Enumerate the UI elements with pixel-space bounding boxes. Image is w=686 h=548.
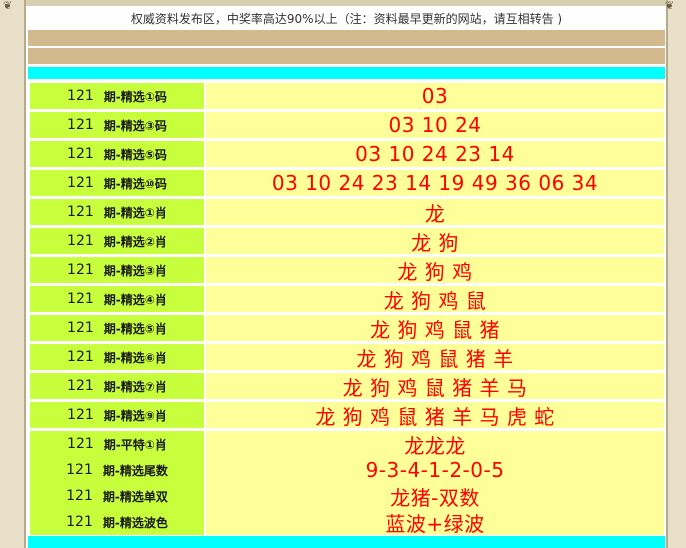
row-value: 03 bbox=[206, 83, 664, 109]
row-value: 龙龙龙 bbox=[206, 431, 664, 458]
row-label: 121 期-精选⑨肖 bbox=[30, 402, 204, 428]
header-band bbox=[28, 48, 665, 64]
table-row: 121 期-精选③码 03 10 24 bbox=[30, 112, 664, 138]
row-label: 121 期-精选④肖 bbox=[30, 286, 204, 312]
frame-top-border bbox=[0, 0, 686, 6]
row-value: 龙 狗 鸡 鼠 猪 羊 马 虎 蛇 bbox=[206, 402, 664, 429]
table-row: 121 期-精选⑨肖 龙 狗 鸡 鼠 猪 羊 马 虎 蛇 bbox=[30, 402, 664, 429]
row-value: 03 10 24 23 14 19 49 36 06 34 bbox=[206, 170, 664, 196]
table-row: 121 期-精选①码 03 bbox=[30, 83, 664, 109]
row-label: 121 期-精选⑥肖 bbox=[30, 344, 204, 370]
table-row: 121 期-精选⑤肖 龙 狗 鸡 鼠 猪 bbox=[30, 315, 664, 342]
row-value: 龙猪-双数 bbox=[206, 483, 664, 510]
frame-left-border bbox=[0, 0, 26, 548]
row-label: 121 期-平特①肖 bbox=[30, 431, 204, 457]
row-value: 龙 狗 鸡 鼠 猪 bbox=[206, 315, 664, 342]
notice-text: 权威资料发布区，中奖率高达90%以上（注：资料最早更新的网站，请互相转告 ) bbox=[130, 12, 563, 26]
table-row: 121 期-精选波色 蓝波+绿波 bbox=[30, 509, 664, 536]
table-row: 121 期-精选①肖 龙 bbox=[30, 199, 664, 226]
row-value: 03 10 24 bbox=[206, 112, 664, 138]
table-row: 121 期-精选⑩码 03 10 24 23 14 19 49 36 06 34 bbox=[30, 170, 664, 196]
table-row: 121 期-精选单双 龙猪-双数 bbox=[30, 483, 664, 510]
frame-right-border bbox=[666, 0, 686, 548]
table-row: 121 期-平特①肖 龙龙龙 bbox=[30, 431, 664, 458]
row-label: 121 期-精选单双 bbox=[30, 483, 204, 509]
row-label: 121 期-精选①肖 bbox=[30, 199, 204, 225]
table-row: 121 期-精选④肖 龙 狗 鸡 鼠 bbox=[30, 286, 664, 313]
row-label: 121 期-精选⑩码 bbox=[30, 170, 204, 196]
table-row: 121 期-精选⑦肖 龙 狗 鸡 鼠 猪 羊 马 bbox=[30, 373, 664, 400]
row-label: 121 期-精选①码 bbox=[30, 83, 204, 109]
header-band bbox=[28, 30, 665, 46]
row-label: 121 期-精选②肖 bbox=[30, 228, 204, 254]
corner-ornament-icon: ❦ bbox=[3, 0, 13, 12]
cyan-divider bbox=[28, 536, 665, 548]
row-value: 龙 狗 鸡 鼠 bbox=[206, 286, 664, 313]
table-row: 121 期-精选③肖 龙 狗 鸡 bbox=[30, 257, 664, 284]
row-value: 龙 狗 bbox=[206, 228, 664, 255]
table-row: 121 期-精选⑤码 03 10 24 23 14 bbox=[30, 141, 664, 167]
row-value: 龙 狗 鸡 鼠 猪 羊 马 bbox=[206, 373, 664, 400]
row-label: 121 期-精选③肖 bbox=[30, 257, 204, 283]
row-value: 龙 狗 鸡 鼠 猪 羊 bbox=[206, 344, 664, 371]
row-value: 龙 狗 鸡 bbox=[206, 257, 664, 284]
row-value: 蓝波+绿波 bbox=[206, 509, 664, 536]
row-label: 121 期-精选⑤肖 bbox=[30, 315, 204, 341]
row-label: 121 期-精选⑦肖 bbox=[30, 373, 204, 399]
row-value: 龙 bbox=[206, 199, 664, 226]
row-label: 121 期-精选波色 bbox=[30, 509, 204, 535]
row-value: 03 10 24 23 14 bbox=[206, 141, 664, 167]
table-row: 121 期-精选尾数 9-3-4-1-2-0-5 bbox=[30, 457, 664, 483]
row-label: 121 期-精选⑤码 bbox=[30, 141, 204, 167]
cyan-divider bbox=[28, 67, 665, 79]
table-row: 121 期-精选②肖 龙 狗 bbox=[30, 228, 664, 255]
table-row: 121 期-精选⑥肖 龙 狗 鸡 鼠 猪 羊 bbox=[30, 344, 664, 371]
row-value: 9-3-4-1-2-0-5 bbox=[206, 457, 664, 483]
corner-ornament-icon: ❦ bbox=[665, 0, 675, 12]
row-label: 121 期-精选尾数 bbox=[30, 457, 204, 483]
row-label: 121 期-精选③码 bbox=[30, 112, 204, 138]
